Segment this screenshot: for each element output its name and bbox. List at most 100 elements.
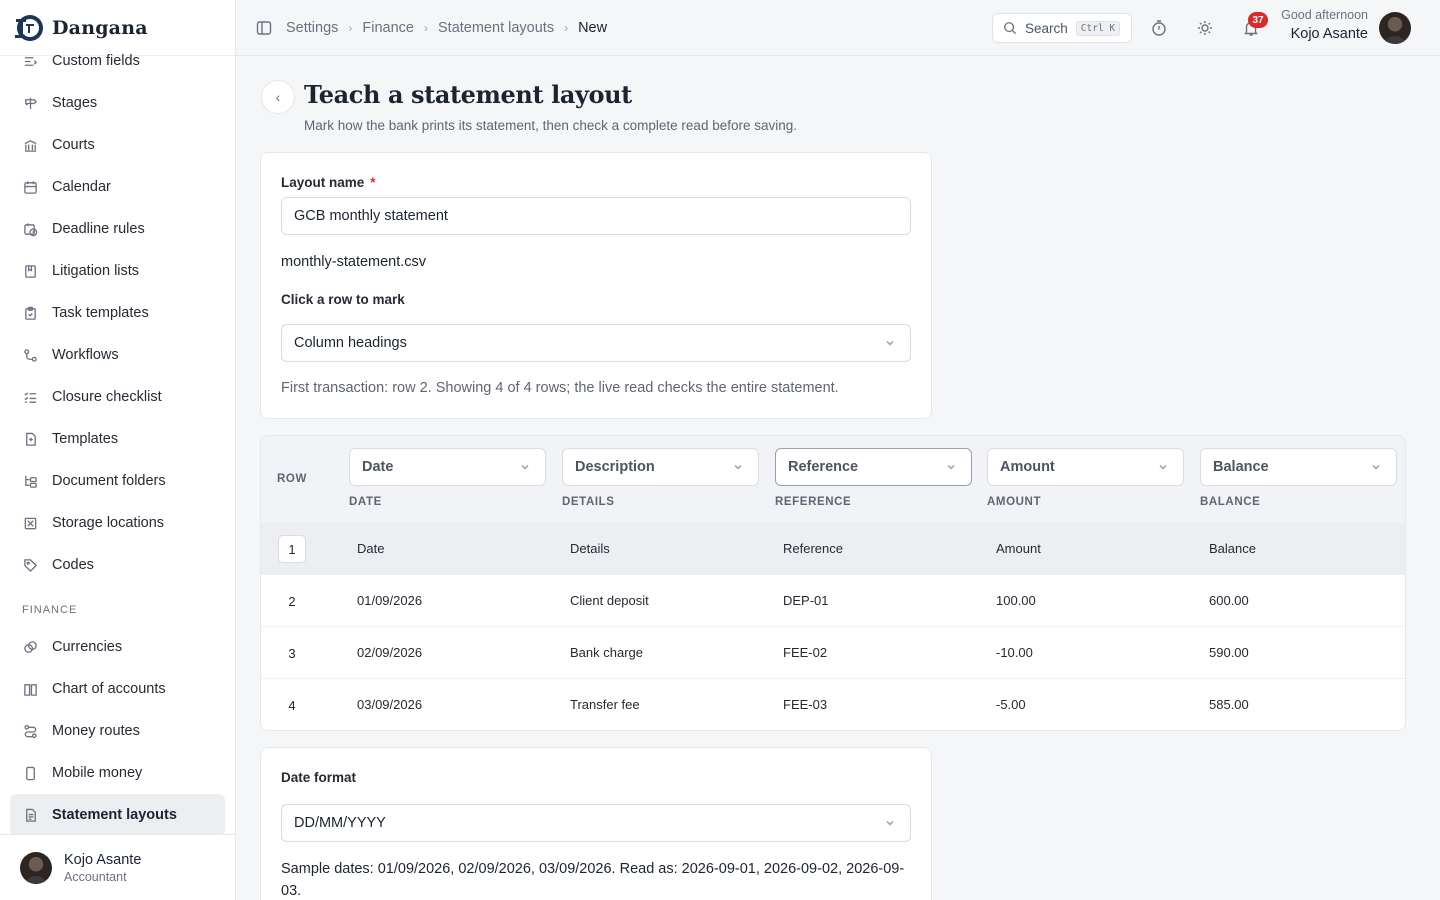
table-cell: Client deposit — [570, 593, 649, 608]
checklist-icon — [22, 389, 38, 405]
sidebar-item-currencies[interactable]: Currencies — [10, 626, 225, 668]
sidebar-item-label: Mobile money — [52, 765, 143, 781]
table-cell: -10.00 — [996, 645, 1033, 660]
calendar-clock-icon — [22, 221, 38, 237]
sidebar-user-name: Kojo Asante — [64, 851, 142, 868]
notification-badge: 37 — [1248, 12, 1268, 28]
coins-icon — [22, 639, 38, 655]
column-select-value: Reference — [788, 459, 859, 475]
table-cell: FEE-03 — [783, 697, 828, 712]
column-select-date[interactable]: Date — [349, 448, 546, 486]
sidebar-item-label: Task templates — [52, 305, 149, 321]
user-avatar[interactable] — [1379, 12, 1411, 44]
table-row[interactable]: 2 01/09/2026 Client deposit DEP-01 100.0… — [261, 574, 1405, 626]
sidebar-item-custom-fields[interactable]: Custom fields — [10, 40, 225, 82]
layout-name-input[interactable]: GCB monthly statement — [281, 197, 911, 235]
book-open-icon — [22, 681, 38, 697]
sidebar-item-mobile-money[interactable]: Mobile money — [10, 752, 225, 794]
sidebar-item-label: Currencies — [52, 639, 123, 655]
sidebar-item-label: Custom fields — [52, 53, 140, 69]
breadcrumb-settings[interactable]: Settings — [286, 20, 338, 36]
layout-name-value: GCB monthly statement — [294, 208, 448, 224]
search-icon — [1004, 22, 1017, 35]
layout-details-card: Layout name * GCB monthly statement month… — [260, 152, 932, 419]
sidebar-item-litigation-lists[interactable]: Litigation lists — [10, 250, 225, 292]
sidebar-item-codes[interactable]: Codes — [10, 544, 225, 586]
table-row[interactable]: 4 03/09/2026 Transfer fee FEE-03 -5.00 5… — [261, 678, 1405, 730]
user-greeting: Good afternoon Kojo Asante — [1281, 8, 1368, 42]
table-cell: Bank charge — [570, 645, 643, 660]
sidebar-item-label: Money routes — [52, 723, 140, 739]
sidebar-item-money-routes[interactable]: Money routes — [10, 710, 225, 752]
search-button[interactable]: Search Ctrl K — [992, 13, 1132, 43]
sidebar-item-task-templates[interactable]: Task templates — [10, 292, 225, 334]
breadcrumb: Settings › Finance › Statement layouts ›… — [286, 20, 607, 36]
sidebar-item-closure-checklist[interactable]: Closure checklist — [10, 376, 225, 418]
calendar-icon — [22, 179, 38, 195]
avatar — [20, 851, 52, 884]
table-cell: Balance — [1209, 541, 1256, 556]
sidebar-item-document-folders[interactable]: Document folders — [10, 460, 225, 502]
column-subheader: DETAILS — [562, 496, 615, 508]
row-hint: First transaction: row 2. Showing 4 of 4… — [281, 380, 839, 396]
sidebar-item-label: Chart of accounts — [52, 681, 166, 697]
sidebar-item-label: Stages — [52, 95, 98, 111]
sidebar-item-statement-layouts[interactable]: Statement layouts — [10, 794, 225, 836]
sidebar-user[interactable]: Kojo Asante Accountant — [0, 834, 235, 900]
sidebar-item-label: Closure checklist — [52, 389, 162, 405]
breadcrumb-current: New — [578, 19, 608, 36]
table-cell: DEP-01 — [783, 593, 829, 608]
sidebar-item-templates[interactable]: Templates — [10, 418, 225, 460]
row-number-text: 2 — [288, 593, 296, 609]
sidebar-item-workflows[interactable]: Workflows — [10, 334, 225, 376]
column-select-value: Balance — [1213, 459, 1269, 475]
folder-tree-icon — [22, 473, 38, 489]
timer-icon[interactable] — [1150, 19, 1168, 37]
sidebar-item-label: Templates — [52, 431, 119, 447]
column-select-balance[interactable]: Balance — [1200, 448, 1397, 486]
row-number: 2 — [277, 575, 307, 627]
sidebar-toggle-icon[interactable] — [256, 20, 272, 36]
sidebar-item-label: Deadline rules — [52, 221, 145, 237]
table-cell: Amount — [996, 541, 1041, 556]
sidebar-item-label: Storage locations — [52, 515, 165, 531]
breadcrumb-statement-layouts[interactable]: Statement layouts — [438, 20, 554, 36]
date-format-select[interactable]: DD/MM/YYYY — [281, 804, 911, 842]
row-column-header: ROW — [277, 473, 307, 485]
file-template-icon — [22, 431, 38, 447]
breadcrumb-finance[interactable]: Finance — [362, 20, 414, 36]
table-cell: 600.00 — [1209, 593, 1249, 608]
column-select-amount[interactable]: Amount — [987, 448, 1184, 486]
sidebar-item-deadline-rules[interactable]: Deadline rules — [10, 208, 225, 250]
table-cell: Details — [570, 541, 610, 556]
sidebar-item-label: Codes — [52, 557, 94, 573]
sidebar-item-storage-locations[interactable]: Storage locations — [10, 502, 225, 544]
tag-icon — [22, 557, 38, 573]
column-subheader: DATE — [349, 496, 382, 508]
back-button[interactable]: ‹ — [261, 80, 295, 114]
sidebar-item-chart-of-accounts[interactable]: Chart of accounts — [10, 668, 225, 710]
table-cell: 590.00 — [1209, 645, 1249, 660]
row-number-text: 1 — [278, 535, 306, 563]
column-select-value: Description — [575, 459, 655, 475]
column-select-description[interactable]: Description — [562, 448, 759, 486]
table-row[interactable]: 3 02/09/2026 Bank charge FEE-02 -10.00 5… — [261, 626, 1405, 678]
sidebar-item-courts[interactable]: Courts — [10, 124, 225, 166]
table-row[interactable]: 1 Date Details Reference Amount Balance — [261, 522, 1405, 574]
column-subheader: REFERENCE — [775, 496, 852, 508]
table-header: ROW Date Description Reference Amount Ba… — [261, 436, 1405, 522]
sidebar-item-calendar[interactable]: Calendar — [10, 166, 225, 208]
chevron-down-icon — [884, 337, 896, 349]
sidebar-nav: Custom fields Stages Courts Calendar Dea… — [10, 40, 225, 836]
brand-name: Dangana — [52, 16, 148, 39]
column-mapping-table: ROW Date Description Reference Amount Ba… — [260, 435, 1406, 731]
sidebar-item-stages[interactable]: Stages — [10, 82, 225, 124]
sidebar-item-label: Litigation lists — [52, 263, 140, 279]
column-select-reference[interactable]: Reference — [775, 448, 972, 486]
sun-icon[interactable] — [1196, 19, 1214, 37]
row-mark-select[interactable]: Column headings — [281, 324, 911, 362]
chevron-down-icon — [1157, 461, 1169, 473]
table-cell: 02/09/2026 — [357, 645, 423, 660]
sidebar-item-label: Calendar — [52, 179, 111, 195]
sidebar-item-label: Courts — [52, 137, 95, 153]
